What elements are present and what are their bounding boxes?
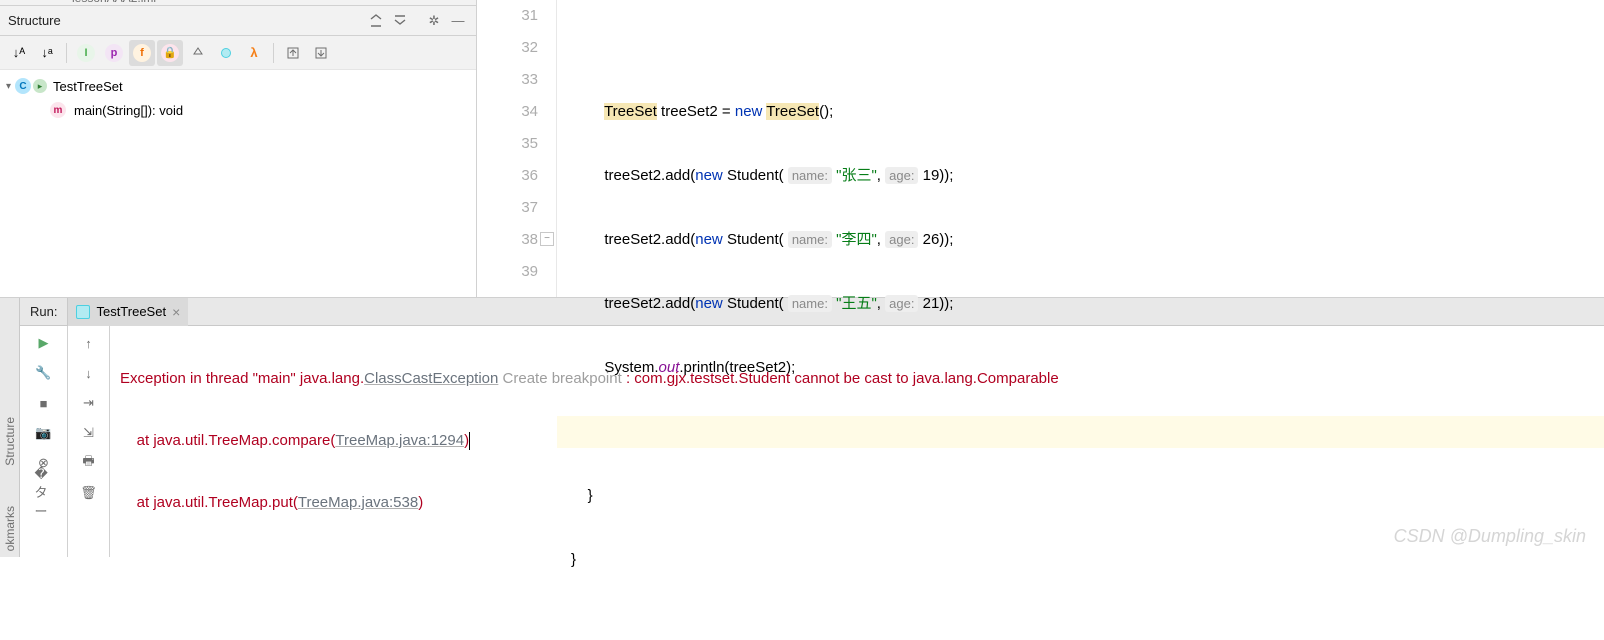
gutter-line: 39 [477,256,538,288]
run-toolbar-b: ↑ ↓ ⇥ ⇲ 🖶 🗑 [68,326,110,557]
structure-title: Structure [8,13,362,28]
tree-class-label: TestTreeSet [53,79,123,94]
gutter-line: 36 [477,160,538,192]
run-label: Run: [20,298,68,326]
sort-visibility-icon[interactable]: ↓ᵃ [34,40,60,66]
code-line: TreeSet treeSet2 = new TreeSet(); [557,96,1604,128]
code-line: treeSet2.add(new Student( name: "张三", ag… [557,160,1604,192]
exception-link[interactable]: ClassCastException [364,370,498,387]
structure-toolbar: ↓ᴬ ↓ᵃ I p f 🔒 λ [0,36,476,70]
fold-icon[interactable]: − [540,232,554,246]
console-output[interactable]: Exception in thread "main" java.lang.Cla… [110,326,1604,557]
up-icon[interactable]: ↑ [80,334,98,352]
console-line: at java.util.TreeMap.put(TreeMap.java:53… [120,487,1594,518]
show-interface-icon[interactable]: I [73,40,99,66]
stop-icon[interactable]: ■ [35,394,53,412]
rerun-icon[interactable]: ▶ [35,334,53,352]
close-icon[interactable]: × [172,304,180,320]
code-line: treeSet2.add(new Student( name: "李四", ag… [557,224,1604,256]
code-area[interactable]: TreeSet treeSet2 = new TreeSet(); treeSe… [557,0,1604,297]
run-config-icon [76,305,90,319]
expand-all-icon[interactable] [366,11,386,31]
code-line [557,32,1604,64]
stack-link[interactable]: TreeMap.java:538 [298,494,418,511]
gutter-line: 32 [477,32,538,64]
chevron-down-icon[interactable]: ▾ [6,81,11,92]
run-panel: ▶ 🔧 ■ 📷 ⊗ �ター ↑ ↓ ⇥ ⇲ 🖶 🗑 Exception in t… [0,326,1604,557]
code-editor[interactable]: 31 32 33 34 35 36 37 38− 39 TreeSet tree… [477,0,1604,297]
wrench-icon[interactable]: 🔧 [35,364,53,382]
create-breakpoint-link[interactable]: Create breakpoint [498,370,626,387]
structure-sidebar: lessonAAA2.iml Structure ✲ — ↓ᴬ ↓ᵃ I p f… [0,0,477,297]
run-tab[interactable]: TestTreeSet × [68,298,188,326]
show-lambda-icon[interactable]: λ [241,40,267,66]
show-inherited-icon[interactable] [185,40,211,66]
bookmarks-tool-tab[interactable]: okmarks [3,506,17,551]
camera-icon[interactable]: 📷 [35,424,53,442]
gutter-line: 33 [477,64,538,96]
collapse-all-icon[interactable] [390,11,410,31]
autoscroll-source-icon[interactable] [280,40,306,66]
show-properties-icon[interactable]: p [101,40,127,66]
run-tab-label: TestTreeSet [96,304,166,319]
structure-header: Structure ✲ — [0,6,476,36]
soft-wrap-icon[interactable]: ⇥ [80,394,98,412]
structure-tool-tab[interactable]: Structure [3,417,17,466]
class-icon: C [15,78,31,94]
gutter-line: 34 [477,96,538,128]
code-line: treeSet2.add(new Student( name: "王五", ag… [557,288,1604,320]
console-line: Exception in thread "main" java.lang.Cla… [120,363,1594,394]
gutter-line: 38− [477,224,538,256]
structure-tree: ▾ C ▸ TestTreeSet m main(String[]): void [0,70,476,297]
test-icon: ▸ [33,79,47,93]
stack-link[interactable]: TreeMap.java:1294 [335,432,464,449]
separator [273,43,274,63]
tree-method-label: main(String[]): void [74,103,183,118]
tree-method-node[interactable]: m main(String[]): void [0,98,476,122]
watermark: CSDN @Dumpling_skin [1394,526,1586,547]
print-icon[interactable]: 🖶 [80,454,98,472]
sort-alpha-icon[interactable]: ↓ᴬ [6,40,32,66]
gutter-line: 37 [477,192,538,224]
show-fields-icon[interactable]: f [129,40,155,66]
trash-icon[interactable]: 🗑 [80,484,98,502]
editor-gutter[interactable]: 31 32 33 34 35 36 37 38− 39 [477,0,557,297]
text-cursor [469,432,470,450]
gutter-line: 35 [477,128,538,160]
separator [66,43,67,63]
top-area: lessonAAA2.iml Structure ✲ — ↓ᴬ ↓ᵃ I p f… [0,0,1604,298]
autoscroll-from-icon[interactable] [308,40,334,66]
left-tool-stripe: Structure okmarks [0,298,20,557]
exit-icon[interactable]: �ター [35,484,53,502]
method-icon: m [50,102,66,118]
show-anon-icon[interactable] [213,40,239,66]
show-nonpublic-icon[interactable]: 🔒 [157,40,183,66]
scroll-end-icon[interactable]: ⇲ [80,424,98,442]
gear-icon[interactable]: ✲ [424,11,444,31]
hide-icon[interactable]: — [448,11,468,31]
console-line: at java.util.TreeSet.add(TreeSet.java:25… [120,549,1594,557]
down-icon[interactable]: ↓ [80,364,98,382]
gutter-line: 31 [477,0,538,32]
run-toolbar-a: ▶ 🔧 ■ 📷 ⊗ �ター [20,326,68,557]
tree-class-node[interactable]: ▾ C ▸ TestTreeSet [0,74,476,98]
console-line: at java.util.TreeMap.compare(TreeMap.jav… [120,425,1594,456]
